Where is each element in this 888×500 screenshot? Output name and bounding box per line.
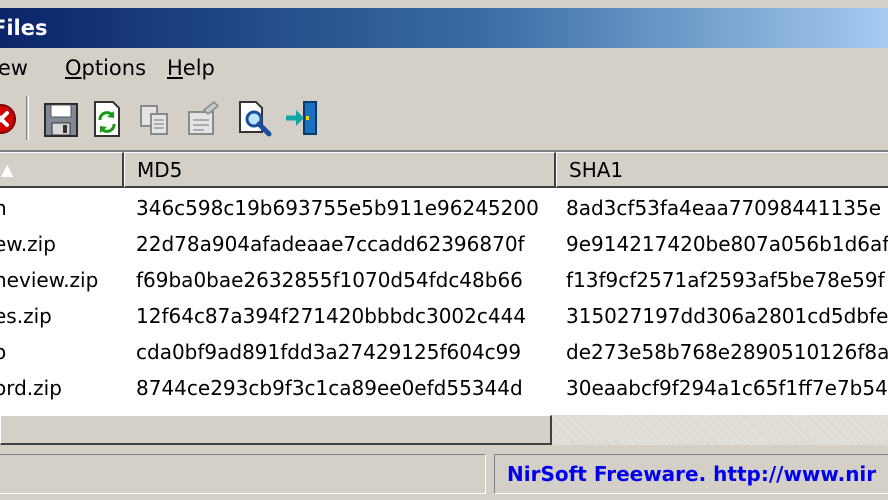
list-header: ▲ MD5 SHA1 bbox=[0, 152, 888, 188]
copy-icon bbox=[140, 105, 168, 135]
find-button[interactable] bbox=[236, 98, 274, 138]
cell-filename: ord.zip bbox=[0, 376, 62, 400]
cell-md5: 8744ce293cb9f3c1ca89ee0efd55344d bbox=[136, 376, 523, 400]
table-row[interactable]: ew.zip 22d78a904afadeaae7ccadd62396870f … bbox=[0, 226, 888, 262]
refresh-icon bbox=[94, 101, 120, 137]
file-list[interactable]: ▲ MD5 SHA1 n 346c598c19b693755e5b911e962… bbox=[0, 150, 888, 415]
cell-filename: es.zip bbox=[0, 304, 52, 328]
sort-ascending-icon: ▲ bbox=[1, 160, 14, 179]
toolbar bbox=[0, 92, 888, 146]
exit-button[interactable] bbox=[284, 98, 322, 138]
scrollbar-thumb[interactable] bbox=[0, 415, 552, 445]
column-header-filename[interactable]: ▲ bbox=[0, 152, 124, 188]
cell-sha1: 9e914217420be807a056b1d6af bbox=[566, 232, 888, 256]
horizontal-scrollbar[interactable] bbox=[0, 415, 888, 445]
properties-icon bbox=[188, 100, 220, 135]
menu-view[interactable]: iew bbox=[0, 56, 28, 80]
cell-md5: cda0bf9ad891fdd3a27429125f604c99 bbox=[136, 340, 522, 364]
menu-bar: iew Options Help bbox=[0, 50, 888, 88]
menu-help[interactable]: Help bbox=[167, 56, 215, 80]
window-title: Files bbox=[0, 16, 48, 40]
column-header-md5[interactable]: MD5 bbox=[124, 152, 556, 188]
table-row[interactable]: ord.zip 8744ce293cb9f3c1ca89ee0efd55344d… bbox=[0, 370, 888, 406]
find-icon bbox=[239, 101, 272, 137]
save-icon bbox=[44, 103, 78, 137]
cell-sha1: 8ad3cf53fa4eaa77098441135e bbox=[566, 196, 881, 220]
list-rows: n 346c598c19b693755e5b911e96245200 8ad3c… bbox=[0, 190, 888, 406]
exit-icon bbox=[286, 101, 317, 135]
table-row[interactable]: n 346c598c19b693755e5b911e96245200 8ad3c… bbox=[0, 190, 888, 226]
properties-button[interactable] bbox=[184, 98, 222, 138]
app-window: Files iew Options Help bbox=[0, 0, 888, 500]
cell-sha1: 315027197dd306a2801cd5dbfe bbox=[566, 304, 888, 328]
cell-filename: o bbox=[0, 340, 7, 364]
title-bar[interactable]: Files bbox=[0, 8, 888, 48]
cell-md5: f69ba0bae2632855f1070d54fdc48b66 bbox=[136, 268, 523, 292]
table-row[interactable]: o cda0bf9ad891fdd3a27429125f604c99 de273… bbox=[0, 334, 888, 370]
nirsoft-link[interactable]: NirSoft Freeware. http://www.nir bbox=[507, 462, 876, 486]
cell-md5: 22d78a904afadeaae7ccadd62396870f bbox=[136, 232, 525, 256]
status-pane-info bbox=[0, 454, 486, 494]
cell-sha1: 30eaabcf9f294a1c65f1ff7e7b54 bbox=[566, 376, 888, 400]
cell-filename: neview.zip bbox=[0, 268, 99, 292]
status-pane-link: NirSoft Freeware. http://www.nir bbox=[494, 454, 888, 494]
cell-md5: 12f64c87a394f271420bbbdc3002c444 bbox=[136, 304, 527, 328]
table-row[interactable]: es.zip 12f64c87a394f271420bbbdc3002c444 … bbox=[0, 298, 888, 334]
stop-icon bbox=[0, 104, 16, 134]
cell-sha1: f13f9cf2571af2593af5be78e59f bbox=[566, 268, 885, 292]
cell-md5: 346c598c19b693755e5b911e96245200 bbox=[136, 196, 539, 220]
status-bar: NirSoft Freeware. http://www.nir bbox=[0, 448, 888, 500]
toolbar-separator bbox=[26, 96, 29, 140]
cell-filename: n bbox=[0, 196, 7, 220]
copy-button[interactable] bbox=[136, 98, 174, 138]
menu-options[interactable]: Options bbox=[65, 56, 146, 80]
column-header-sha1[interactable]: SHA1 bbox=[556, 152, 888, 188]
refresh-button[interactable] bbox=[88, 98, 126, 138]
table-row[interactable]: neview.zip f69ba0bae2632855f1070d54fdc48… bbox=[0, 262, 888, 298]
save-button[interactable] bbox=[42, 98, 80, 138]
stop-button[interactable] bbox=[0, 98, 20, 138]
cell-filename: ew.zip bbox=[0, 232, 56, 256]
cell-sha1: de273e58b768e2890510126f8a bbox=[566, 340, 888, 364]
